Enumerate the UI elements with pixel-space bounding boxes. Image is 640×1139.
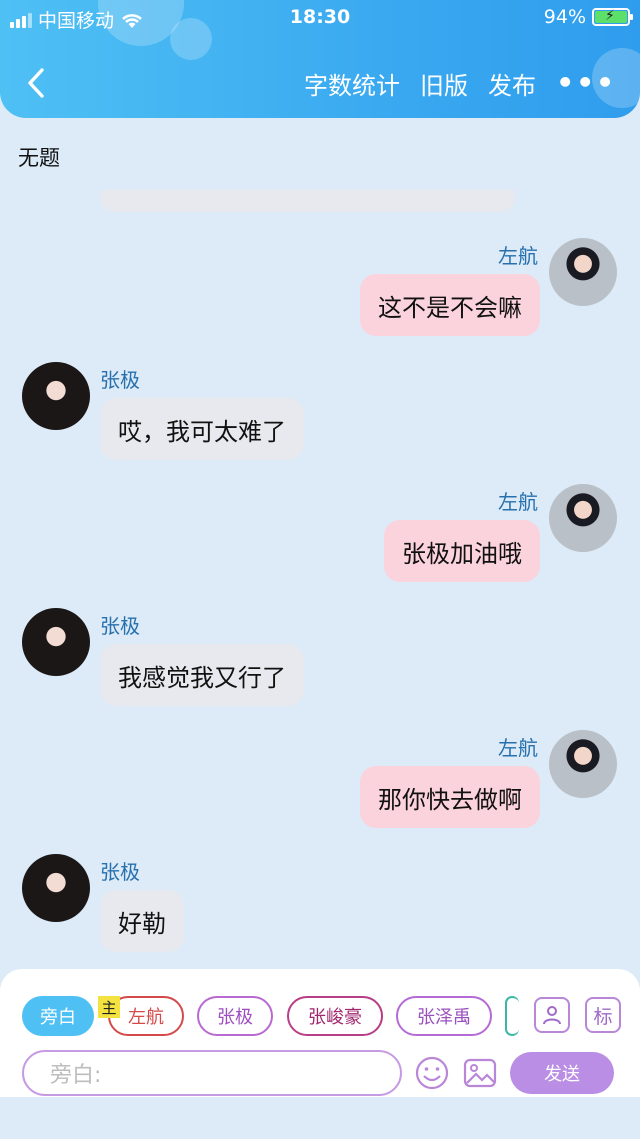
emoji-icon[interactable] — [414, 1055, 450, 1091]
character-chip[interactable]: 张极 — [197, 996, 273, 1036]
word-count-button[interactable]: 字数统计 — [304, 66, 400, 101]
host-badge: 主 — [98, 996, 120, 1018]
bottom-safe-area — [0, 1097, 640, 1139]
avatar[interactable] — [22, 362, 90, 430]
speaker-name: 张极 — [100, 860, 140, 884]
battery-icon: ⚡ — [592, 8, 633, 26]
back-arrow-icon[interactable] — [22, 66, 52, 100]
send-button[interactable]: 发送 — [510, 1052, 614, 1094]
avatar[interactable] — [549, 484, 617, 552]
character-chip[interactable]: 张泽禹 — [396, 996, 492, 1036]
speaker-name: 左航 — [498, 490, 538, 514]
avatar[interactable] — [22, 608, 90, 676]
more-icon[interactable]: ••• — [556, 66, 616, 99]
character-chip[interactable]: 张峻豪 — [287, 996, 383, 1036]
publish-button[interactable]: 发布 — [488, 66, 536, 101]
battery-percent: 94% — [543, 6, 586, 28]
composer-panel: 旁白 左航 主 张极 张峻豪 张泽禹 标 旁白: 发送 — [0, 969, 640, 1097]
speaker-name: 张极 — [100, 614, 140, 638]
app-header: 中国移动 18:30 94% ⚡ 字数统计 旧版 发布 ••• — [0, 0, 640, 118]
speaker-name: 左航 — [498, 244, 538, 268]
character-manage-icon[interactable] — [534, 997, 570, 1033]
old-version-button[interactable]: 旧版 — [420, 66, 468, 101]
character-chip-partial[interactable] — [505, 996, 519, 1036]
character-chip-narrator[interactable]: 旁白 — [22, 996, 94, 1036]
document-title: 无题 — [18, 146, 60, 170]
speaker-name: 左航 — [498, 736, 538, 760]
chat-area[interactable]: 左航 这不是不会嘛 张极 哎，我可太难了 左航 张极加油哦 张极 我感觉我又行了… — [0, 190, 640, 970]
avatar[interactable] — [549, 730, 617, 798]
message-bubble[interactable]: 那你快去做啊 — [360, 766, 540, 828]
speaker-name: 张极 — [100, 368, 140, 392]
message-bubble[interactable]: 我感觉我又行了 — [100, 644, 304, 706]
message-bubble[interactable]: 张极加油哦 — [384, 520, 540, 582]
message-bubble[interactable]: 这不是不会嘛 — [360, 274, 540, 336]
message-bubble[interactable]: 哎，我可太难了 — [100, 398, 304, 460]
image-icon[interactable] — [462, 1055, 498, 1091]
message-input[interactable]: 旁白: — [22, 1050, 402, 1096]
message-bubble[interactable]: 好勒 — [100, 890, 184, 952]
avatar[interactable] — [549, 238, 617, 306]
status-bar: 中国移动 18:30 94% ⚡ — [0, 4, 640, 34]
avatar[interactable] — [22, 854, 90, 922]
nav-bar: 字数统计 旧版 发布 ••• — [0, 58, 640, 108]
tag-button[interactable]: 标 — [585, 997, 621, 1033]
partial-message-bubble — [100, 190, 515, 212]
